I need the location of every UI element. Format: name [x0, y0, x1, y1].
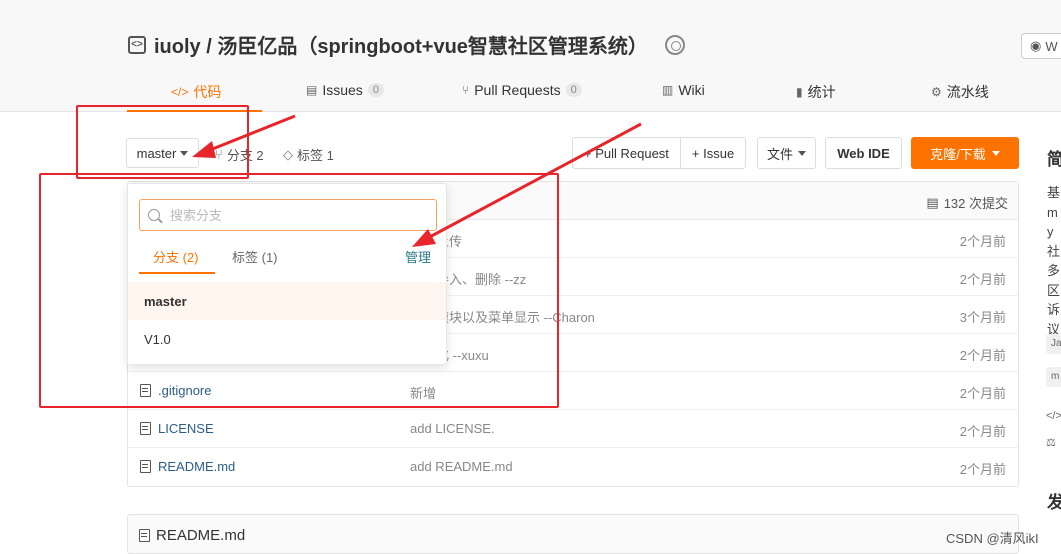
code-icon: </> [171, 85, 189, 99]
commit-message[interactable]: add README.md [410, 459, 513, 474]
commit-time: 2个月前 [959, 424, 1006, 439]
commit-time: 3个月前 [959, 310, 1006, 325]
tab-pull-requests[interactable]: ⑂ Pull Requests 0 [462, 82, 582, 98]
file-name[interactable]: README.md [158, 459, 235, 474]
license-scale-icon: ⚖ [1046, 437, 1056, 449]
commit-message[interactable]: add LICENSE. [410, 421, 495, 436]
bar-chart-icon: ▮ [796, 85, 803, 99]
sidebar-language-tag[interactable]: m [1046, 367, 1061, 387]
pipeline-icon: ⚙ [931, 85, 942, 99]
commit-time: 2个月前 [959, 386, 1006, 401]
readme-file-icon [139, 529, 150, 542]
file-menu-label: 文件 [766, 146, 793, 162]
new-issue-button[interactable]: + Issue [679, 138, 745, 168]
commit-icon: ▤ [926, 194, 939, 210]
sidebar-release-heading: 发 [1047, 493, 1061, 512]
tag-count-link[interactable]: ◇ 标签 1 [283, 145, 334, 164]
readme-panel: README.md [127, 514, 1019, 554]
repo-title-text[interactable]: iuoly / 汤臣亿品（springboot+vue智慧社区管理系统） [154, 30, 648, 59]
tab-pipeline-label: 流水线 [946, 84, 989, 100]
new-pull-request-button[interactable]: + Pull Request [573, 138, 680, 168]
repo-header: <> iuoly / 汤臣亿品（springboot+vue智慧社区管理系统） … [0, 0, 1061, 112]
commit-time: 2个月前 [959, 462, 1006, 477]
tag-count-label: 标签 1 [297, 148, 334, 163]
commit-time: 2个月前 [959, 348, 1006, 363]
file-name[interactable]: LICENSE [158, 421, 214, 436]
tab-issues-count: 0 [367, 83, 384, 97]
tag-icon: ◇ [283, 146, 293, 162]
annotation-box-branch [76, 105, 249, 179]
commit-time: 2个月前 [959, 234, 1006, 249]
file-icon [140, 460, 151, 473]
tab-wiki-label: Wiki [678, 82, 705, 98]
tab-pipeline[interactable]: ⚙ 流水线 [931, 82, 989, 102]
watermark: CSDN @清风ikI [946, 531, 1039, 546]
recommend-badge-icon [665, 35, 685, 55]
file-icon [140, 422, 151, 435]
tab-wiki[interactable]: ▥ Wiki [662, 82, 705, 98]
pull-request-icon: ⑂ [462, 83, 470, 97]
tab-issues-label: Issues [322, 82, 363, 98]
annotation-box-dropdown [39, 173, 559, 408]
commit-count-label: 132 次提交 [943, 196, 1008, 211]
commit-time: 2个月前 [959, 272, 1006, 287]
file-link[interactable]: README.md [140, 459, 235, 474]
tab-issues[interactable]: ▤ Issues 0 [306, 82, 384, 98]
sidebar-description: 基my社多区诉议 [1047, 185, 1061, 337]
clone-download-label: 克隆/下载 [930, 146, 986, 162]
sidebar-language-tag[interactable]: Ja [1046, 334, 1061, 354]
create-button-group: + Pull Request + Issue [572, 137, 747, 169]
watch-button[interactable]: ◉ W [1021, 33, 1061, 59]
clone-download-button[interactable]: 克隆/下载 [911, 137, 1019, 169]
issue-icon: ▤ [306, 83, 318, 97]
repo-icon: <> [128, 35, 146, 54]
table-row[interactable]: LICENSE add LICENSE. 2个月前 [128, 410, 1018, 448]
table-row[interactable]: README.md add README.md 2个月前 [128, 448, 1018, 486]
file-menu-button[interactable]: 文件 [757, 137, 816, 169]
book-icon: ▥ [662, 83, 674, 97]
web-ide-button[interactable]: Web IDE [825, 137, 902, 169]
commit-count-link[interactable]: ▤ 132 次提交 [926, 193, 1008, 212]
tab-pull-requests-label: Pull Requests [474, 82, 561, 98]
file-link[interactable]: LICENSE [140, 421, 214, 436]
eye-icon: ◉ [1030, 38, 1042, 53]
watch-label: W [1045, 38, 1058, 54]
tab-stats-label: 统计 [807, 84, 836, 100]
sidebar-heading: 简 [1047, 150, 1061, 169]
caret-down-icon [798, 150, 806, 156]
code-icon: </> [1046, 410, 1061, 422]
tab-code[interactable]: </> 代码 [171, 82, 221, 102]
caret-down-icon [991, 150, 1000, 156]
tab-stats[interactable]: ▮ 统计 [796, 82, 836, 102]
readme-title-label: README.md [156, 527, 246, 544]
repo-title[interactable]: <> iuoly / 汤臣亿品（springboot+vue智慧社区管理系统） [128, 30, 648, 59]
tab-pull-requests-count: 0 [565, 83, 582, 97]
tab-code-label: 代码 [193, 84, 222, 100]
readme-title: README.md [139, 527, 245, 544]
